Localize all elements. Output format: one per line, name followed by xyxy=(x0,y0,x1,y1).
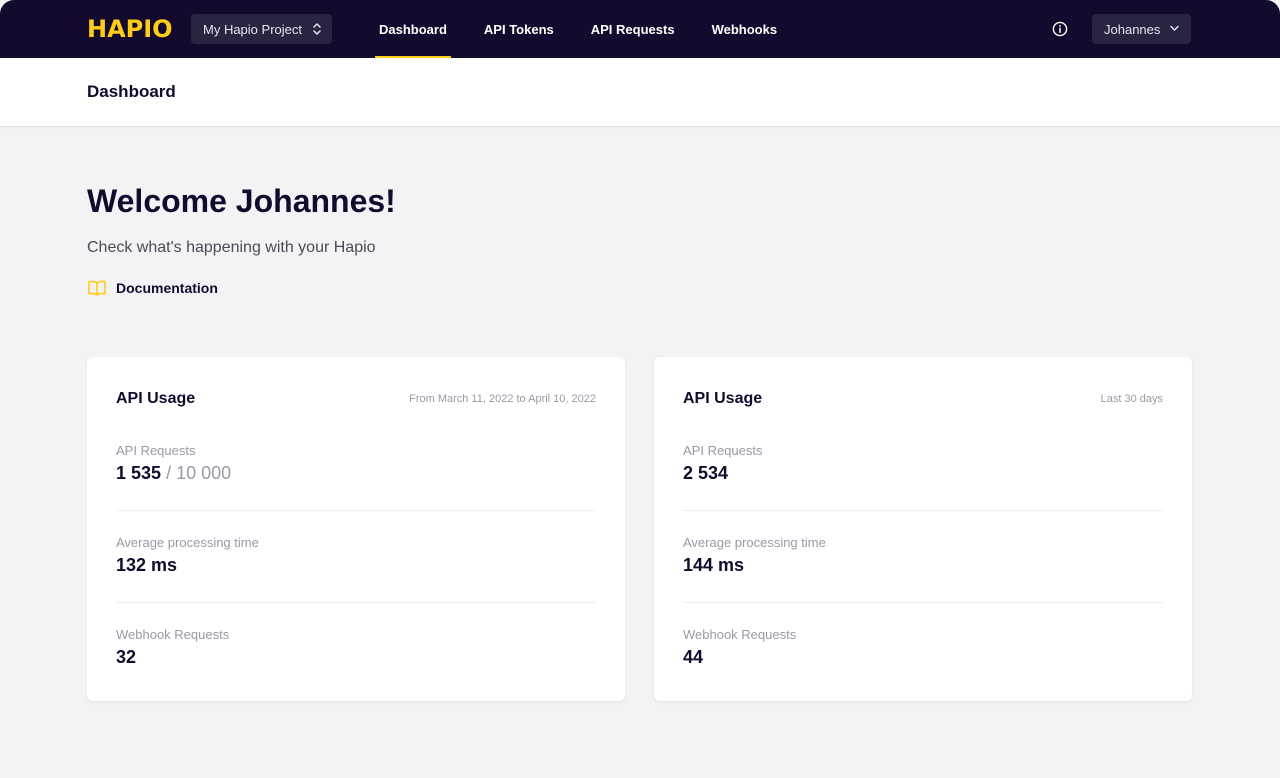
chevron-down-icon xyxy=(1170,25,1179,31)
nav-dashboard[interactable]: Dashboard xyxy=(375,0,451,58)
metric-webhook-requests: Webhook Requests 32 xyxy=(116,627,596,719)
top-navbar: HAPIO My Hapio Project Dashboard API Tok… xyxy=(0,0,1280,58)
info-circle-icon[interactable] xyxy=(1052,21,1068,37)
divider xyxy=(116,510,596,511)
metric-label: API Requests xyxy=(683,443,763,458)
metric-value: 32 xyxy=(116,647,137,667)
metric-value: 144 ms xyxy=(683,555,745,575)
documentation-link[interactable]: Documentation xyxy=(87,279,218,297)
card-date-range: Last 30 days xyxy=(1100,393,1163,405)
requests-limit: / 10 000 xyxy=(166,463,232,483)
nav-dashboard-label: Dashboard xyxy=(379,21,447,37)
nav-api-requests[interactable]: API Requests xyxy=(587,0,679,58)
divider xyxy=(683,510,1163,511)
divider xyxy=(683,602,1163,603)
card-title: API Usage xyxy=(116,390,196,407)
nav-api-tokens[interactable]: API Tokens xyxy=(480,0,558,58)
metric-avg-processing: Average processing time 132 ms xyxy=(116,535,596,627)
logo-text: HAPIO xyxy=(87,15,173,43)
api-usage-card-last-30-days: API Usage Last 30 days API Requests 2 53… xyxy=(654,357,1192,701)
metric-webhook-requests: Webhook Requests 44 xyxy=(683,627,1163,719)
metric-avg-processing: Average processing time 144 ms xyxy=(683,535,1163,627)
metric-api-requests: API Requests 1 535 / 10 000 xyxy=(116,443,596,535)
user-name: Johannes xyxy=(1104,21,1161,37)
chevron-up-down-icon xyxy=(313,23,321,35)
nav-api-tokens-label: API Tokens xyxy=(483,21,554,37)
page-title: Dashboard xyxy=(87,82,176,101)
metric-label: Webhook Requests xyxy=(683,627,797,642)
metric-label: API Requests xyxy=(116,443,196,458)
nav-webhooks[interactable]: Webhooks xyxy=(708,0,782,58)
metric-value: 44 xyxy=(683,647,704,667)
requests-count: 1 535 xyxy=(116,463,162,483)
app-window: HAPIO My Hapio Project Dashboard API Tok… xyxy=(0,0,1280,778)
welcome-subtitle: Check what's happening with your Hapio xyxy=(87,239,376,256)
metric-label: Average processing time xyxy=(683,535,826,550)
metric-label: Webhook Requests xyxy=(116,627,230,642)
metric-label: Average processing time xyxy=(116,535,259,550)
metric-value: 2 534 xyxy=(683,463,729,483)
hapio-logo[interactable]: HAPIO xyxy=(87,17,173,41)
api-usage-card-period: API Usage From March 11, 2022 to April 1… xyxy=(87,357,625,701)
card-date-range: From March 11, 2022 to April 10, 2022 xyxy=(409,393,596,405)
page-header: Dashboard xyxy=(0,58,1280,127)
metric-api-requests: API Requests 2 534 xyxy=(683,443,1163,535)
project-select[interactable]: My Hapio Project xyxy=(191,14,332,44)
user-menu[interactable]: Johannes xyxy=(1092,14,1191,44)
card-title: API Usage xyxy=(683,390,763,407)
nav-webhooks-label: Webhooks xyxy=(711,21,778,37)
metric-value: 132 ms xyxy=(116,555,178,575)
nav-api-requests-label: API Requests xyxy=(590,21,675,37)
main-nav: Dashboard API Tokens API Requests Webhoo… xyxy=(375,0,810,58)
project-select-label: My Hapio Project xyxy=(203,21,302,37)
metric-value: 1 535 / 10 000 xyxy=(116,463,231,484)
documentation-label: Documentation xyxy=(116,280,218,296)
welcome-heading: Welcome Johannes! xyxy=(87,183,396,219)
book-open-icon xyxy=(88,280,106,296)
divider xyxy=(116,602,596,603)
